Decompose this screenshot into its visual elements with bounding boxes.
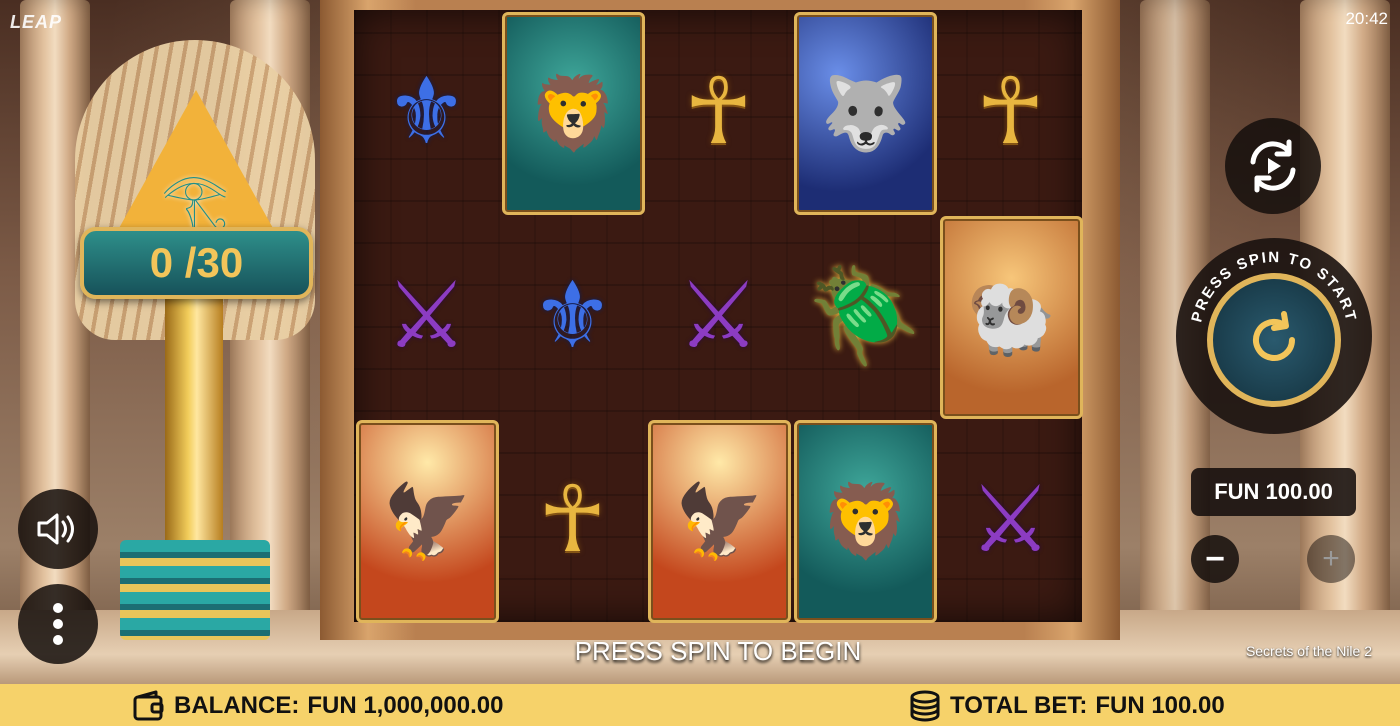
leap-logo: LEAP [10,12,63,32]
symbol-lioness: 🦁 [792,418,937,623]
symbol-crook-flail: ⚔ [677,264,760,367]
spin-icon [1253,311,1295,361]
increase-bet-button[interactable]: + [1307,535,1355,583]
symbol-lotus: ⚜ [385,60,468,163]
bet-value: FUN 100.00 [1191,468,1356,516]
coins-icon [910,690,940,722]
symbol-ankh: ☥ [538,468,607,571]
clock: 20:42 [1345,9,1388,28]
symbol-lotus: ⚜ [531,264,614,367]
symbol-lioness: 🦁 [500,10,645,215]
total-bet-label: TOTAL BET: [950,692,1088,719]
symbol-ram: 🐏 [938,214,1083,419]
symbol-crook-flail: ⚔ [385,264,468,367]
symbol-ankh: ☥ [684,60,753,163]
spin-button[interactable] [1207,273,1341,407]
symbol-crook-flail: ⚔ [969,468,1052,571]
symbol-horus: 🦅 [646,418,791,623]
balance-value: FUN 1,000,000.00 [307,692,504,719]
game-title: Secrets of the Nile 2 [1245,643,1372,659]
autoplay-icon [1250,139,1296,193]
status-message: PRESS SPIN TO BEGIN [574,636,862,666]
free-spins-counter: 0 /30 [80,227,313,299]
autoplay-button[interactable] [1225,118,1321,214]
total-bet-value: FUN 100.00 [1095,692,1225,719]
symbol-scarab: 🪲 [807,264,922,367]
bottom-bar: BALANCE: FUN 1,000,000.00 TOTAL BET: FUN… [0,684,1400,726]
sound-icon [37,513,74,545]
balance-display: BALANCE: FUN 1,000,000.00 [132,690,503,722]
decrease-bet-button[interactable]: − [1191,535,1239,583]
symbol-anubis: 🐺 [792,10,937,215]
sound-button[interactable] [18,489,98,569]
balance-label: BALANCE: [174,692,300,719]
wallet-icon [133,690,164,721]
totem-base [120,540,270,640]
eye-of-horus-icon: 𓂀 [161,168,229,229]
total-bet-display: TOTAL BET: FUN 100.00 [908,690,1225,722]
reel-grid: ⚜ 🦁 ☥ 🐺 ☥ ⚔ ⚜ ⚔ 🪲 🐏 🦅 ☥ 🦅 🦁 ⚔ [354,10,1083,623]
symbol-ankh: ☥ [976,60,1045,163]
symbol-horus: 🦅 [354,418,499,623]
